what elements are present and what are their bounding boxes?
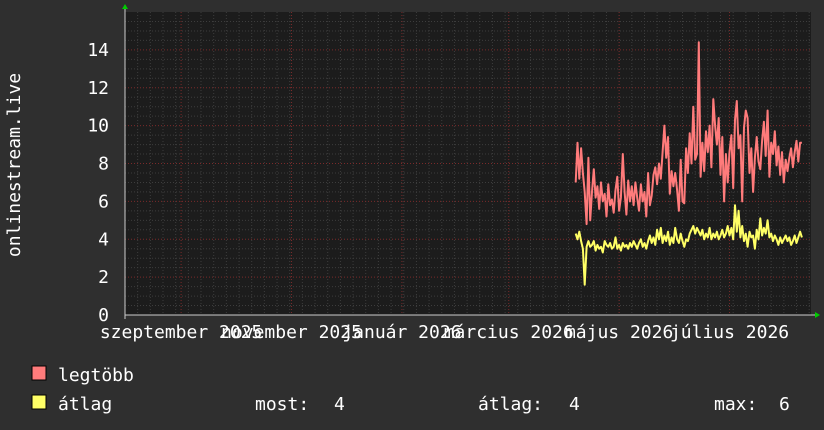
y-tick-label: 6 — [98, 191, 109, 212]
y-axis-label: onlinestream.live — [4, 73, 25, 257]
x-tick-label: május 2026 — [565, 322, 673, 343]
y-tick-label: 12 — [87, 78, 109, 99]
stat-now-value: 4 — [334, 394, 345, 415]
chart: onlinestream.live legtöbb átlag most: 4 … — [4, 4, 820, 415]
y-tick-label: 14 — [87, 40, 109, 61]
y-tick-label: 2 — [98, 267, 109, 288]
x-axis-arrow-icon — [815, 312, 820, 318]
stat-max-value: 6 — [779, 394, 790, 415]
stat-now-label: most: — [255, 394, 309, 415]
y-axis-arrow-icon — [122, 4, 128, 9]
legend-swatch-atlag — [31, 394, 47, 410]
stat-avg-value: 4 — [569, 394, 580, 415]
legend-swatch-legtobb — [31, 365, 47, 381]
x-tick-label: július 2026 — [670, 322, 789, 343]
y-tick-label: 8 — [98, 154, 109, 175]
legend-label-atlag: átlag — [58, 394, 112, 415]
y-tick-label: 4 — [98, 229, 109, 250]
stat-avg-label: átlag: — [478, 394, 543, 415]
x-tick-label: november 2025 — [221, 322, 362, 343]
y-tick-label: 10 — [87, 116, 109, 137]
stat-max-label: max: — [714, 394, 757, 415]
legend-label-legtobb: legtöbb — [58, 365, 134, 386]
x-tick-label: március 2026 — [444, 322, 574, 343]
